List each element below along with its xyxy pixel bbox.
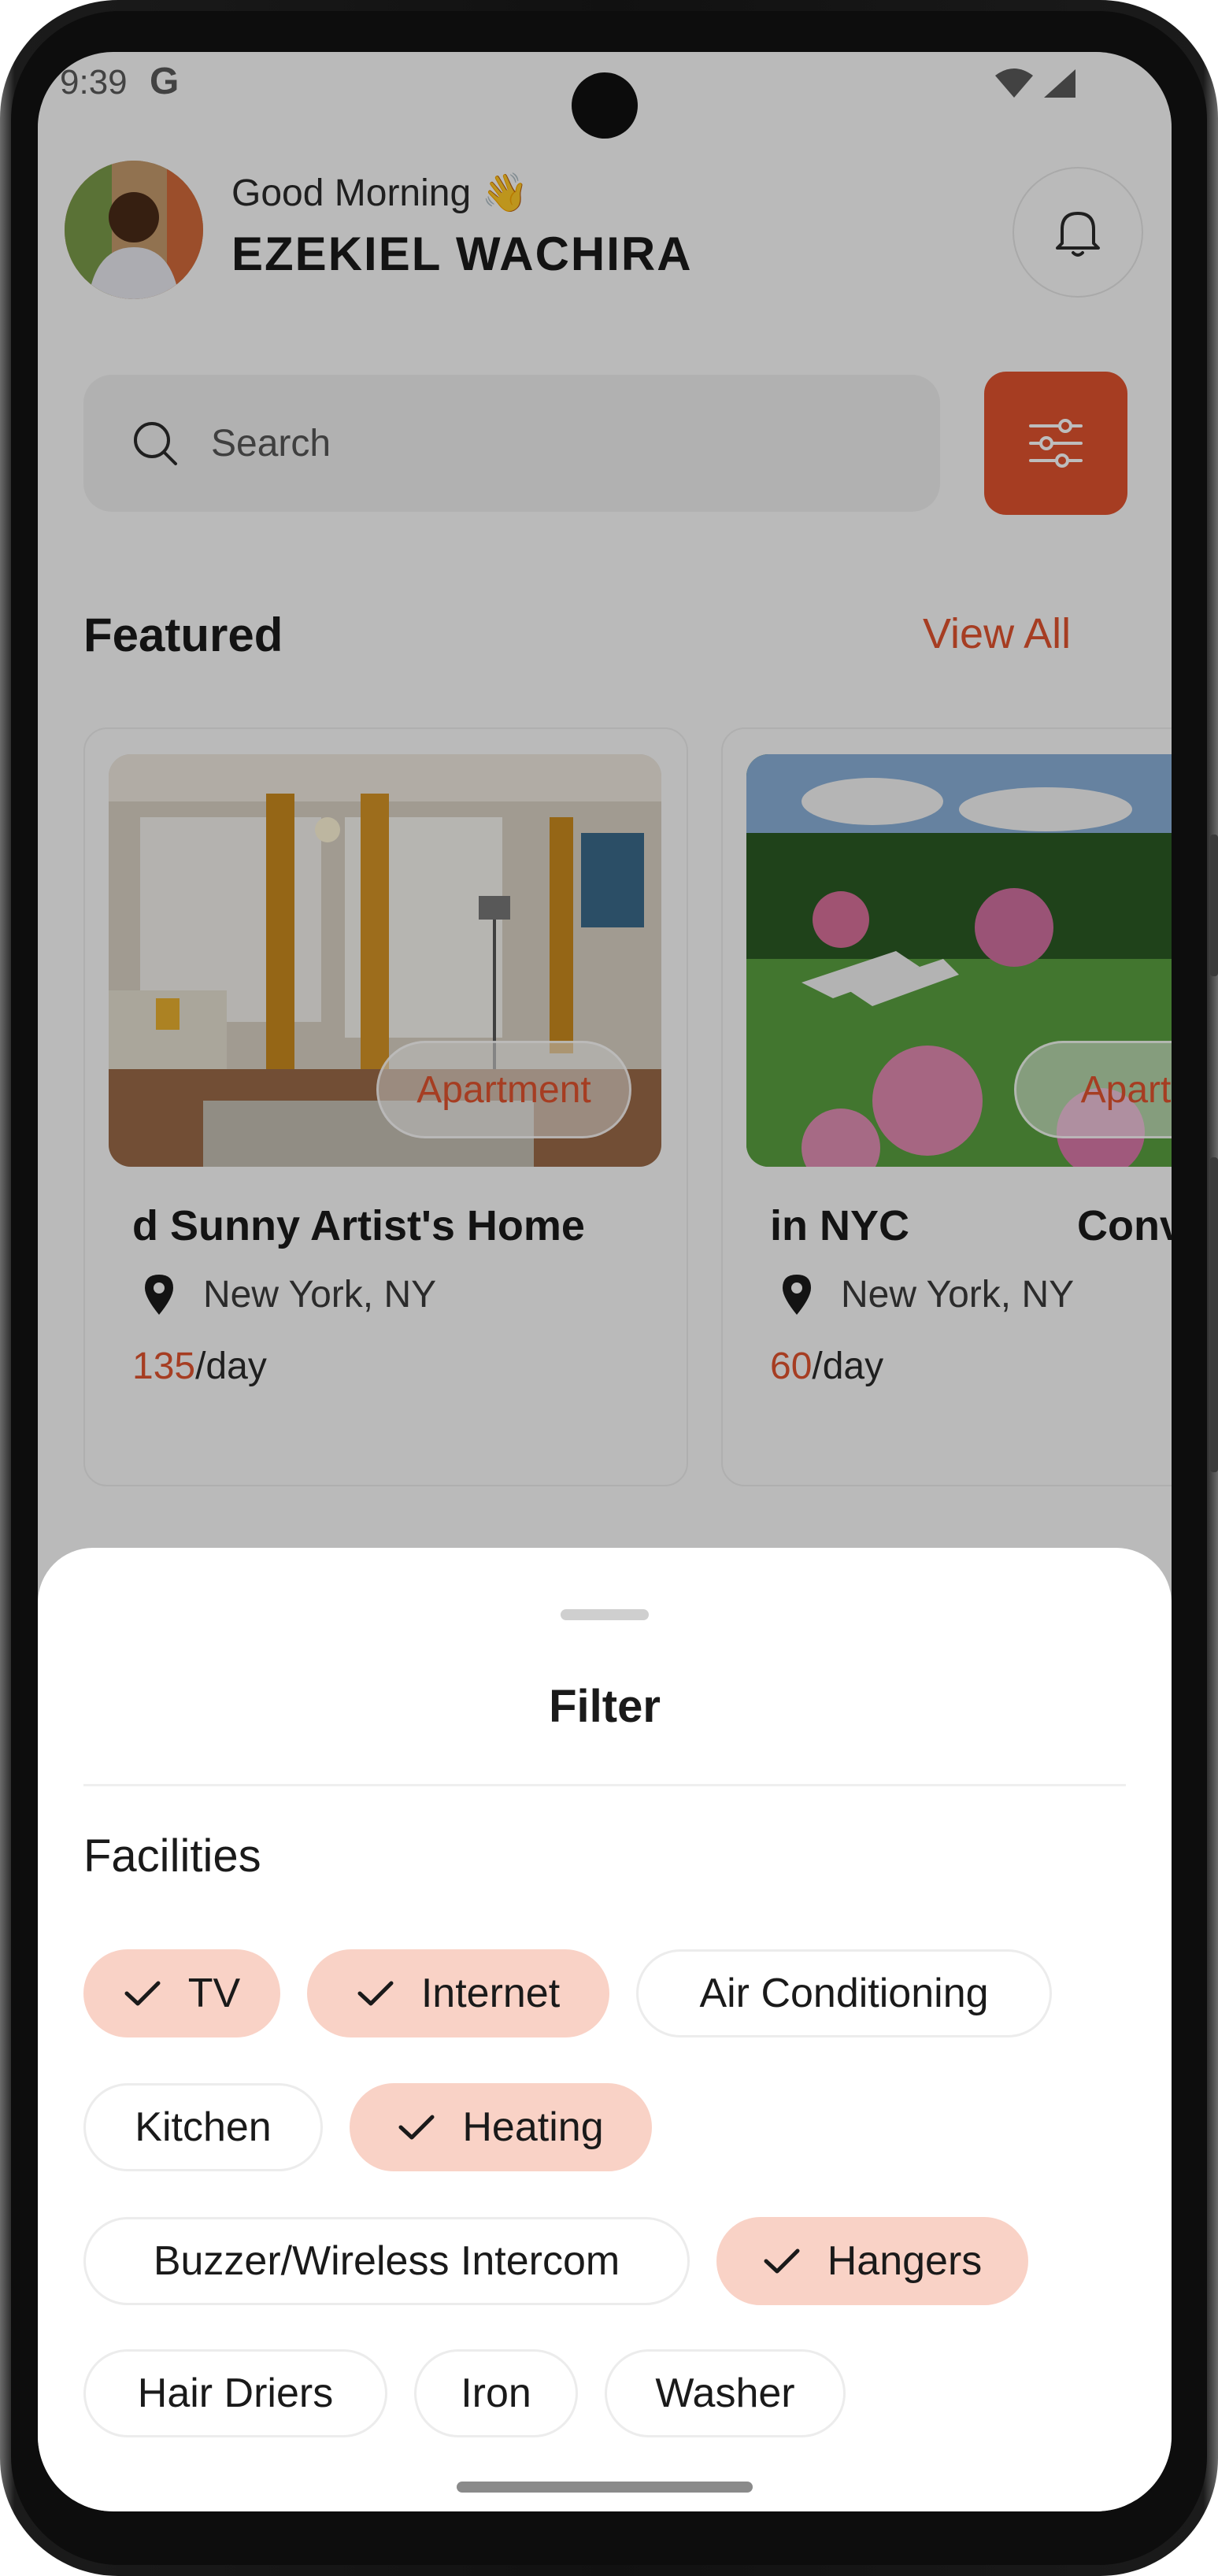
chip-label: TV bbox=[187, 1971, 241, 2016]
volume-button bbox=[1210, 835, 1218, 976]
sheet-drag-handle[interactable] bbox=[561, 1609, 649, 1620]
facility-chip-iron[interactable]: Iron bbox=[414, 2349, 578, 2437]
chip-label: Washer bbox=[655, 2371, 795, 2416]
facility-chip-hair-driers[interactable]: Hair Driers bbox=[83, 2349, 387, 2437]
chip-label: Hangers bbox=[827, 2238, 983, 2284]
facility-chip-buzzer[interactable]: Buzzer/Wireless Intercom bbox=[83, 2217, 690, 2305]
facility-chip-internet[interactable]: Internet bbox=[307, 1949, 609, 2037]
chip-label: Iron bbox=[461, 2371, 531, 2416]
facility-chip-air-conditioning[interactable]: Air Conditioning bbox=[636, 1949, 1052, 2037]
chip-label: Heating bbox=[462, 2104, 604, 2150]
facility-chip-heating[interactable]: Heating bbox=[350, 2083, 652, 2171]
check-icon bbox=[764, 2248, 800, 2274]
chip-label: Air Conditioning bbox=[699, 1971, 989, 2016]
facility-chip-washer[interactable]: Washer bbox=[605, 2349, 846, 2437]
check-icon bbox=[357, 1981, 394, 2006]
filter-sheet: Filter Facilities TV Internet Air Condit… bbox=[38, 1548, 1172, 2511]
home-indicator[interactable] bbox=[457, 2482, 753, 2493]
check-icon bbox=[398, 2115, 435, 2140]
chip-label: Hair Driers bbox=[137, 2371, 334, 2416]
sheet-title: Filter bbox=[549, 1681, 661, 1732]
divider bbox=[83, 1784, 1126, 1786]
chip-label: Internet bbox=[420, 1971, 561, 2016]
facility-chip-tv[interactable]: TV bbox=[83, 1949, 280, 2037]
facility-chip-kitchen[interactable]: Kitchen bbox=[83, 2083, 323, 2171]
chip-label: Kitchen bbox=[135, 2104, 272, 2150]
check-icon bbox=[124, 1981, 161, 2006]
chip-label: Buzzer/Wireless Intercom bbox=[153, 2238, 620, 2284]
facility-chip-hangers[interactable]: Hangers bbox=[716, 2217, 1028, 2305]
power-button bbox=[1210, 1157, 1218, 1472]
screen: 9:39 G Good Morning 👋 EZEKIEL WACHIRA Se… bbox=[38, 52, 1172, 2511]
phone-frame: 9:39 G Good Morning 👋 EZEKIEL WACHIRA Se… bbox=[0, 0, 1218, 2576]
facilities-title: Facilities bbox=[83, 1830, 261, 1882]
